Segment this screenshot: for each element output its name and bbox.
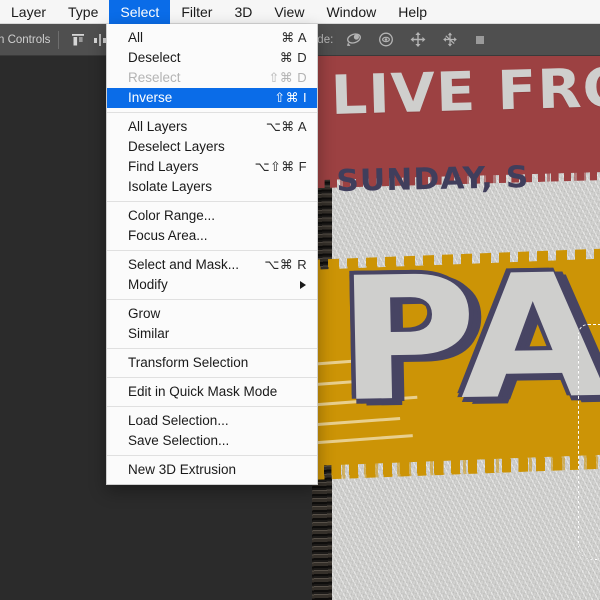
menu-separator	[107, 299, 317, 300]
menu-item-shortcut: ⇧⌘ I	[274, 90, 307, 105]
roll-3d-icon[interactable]	[375, 29, 397, 51]
menu-item-label: Select and Mask...	[128, 257, 240, 272]
align-top-icon[interactable]	[67, 29, 89, 51]
menubar-item-type[interactable]: Type	[57, 0, 109, 24]
menubar-item-label: Select	[120, 4, 160, 20]
menu-item-label: Similar	[128, 326, 170, 341]
menu-item-label: Save Selection...	[128, 433, 230, 448]
menubar-item-label: Window	[326, 4, 377, 20]
menu-item-save-selection[interactable]: Save Selection...	[107, 431, 317, 451]
menu-item-shortcut: ⌥⌘ A	[265, 119, 307, 134]
menu-item-label: New 3D Extrusion	[128, 462, 237, 477]
poster-artwork[interactable]: LIVE FRO SUNDAY, S PAR	[312, 56, 600, 600]
menu-item-label: Isolate Layers	[128, 179, 213, 194]
pan-3d-icon[interactable]	[407, 29, 429, 51]
menu-item-label: Find Layers	[128, 159, 199, 174]
poster-bigword: PAR	[335, 235, 600, 440]
menu-separator	[107, 348, 317, 349]
menu-item-label: Edit in Quick Mask Mode	[128, 384, 278, 399]
toolbar-divider	[58, 30, 60, 49]
menu-item-label: All	[128, 30, 144, 45]
menu-item-label: Reselect	[128, 70, 181, 85]
menubar-item-label: Help	[398, 4, 428, 20]
menu-item-label: Focus Area...	[128, 228, 208, 243]
menu-separator	[107, 201, 317, 202]
menubar-item-label: Filter	[181, 4, 213, 20]
menu-item-shortcut: ⌘ D	[279, 50, 307, 65]
menu-item-shortcut: ⌥⌘ R	[264, 257, 307, 272]
menubar-item-label: 3D	[234, 4, 253, 20]
poster-subhead: SUNDAY, S	[336, 159, 530, 199]
menubar-item-label: View	[274, 4, 305, 20]
menu-separator	[107, 250, 317, 251]
menubar-item-filter[interactable]: Filter	[170, 0, 223, 24]
menu-item-modify[interactable]: Modify	[107, 275, 317, 295]
menu-item-find-layers[interactable]: Find Layers ⌥⇧⌘ F	[107, 157, 317, 177]
menubar-item-layer[interactable]: Layer	[0, 0, 57, 24]
menu-item-shortcut: ⌘ A	[281, 30, 307, 45]
menubar-item-label: Type	[68, 4, 99, 20]
menu-item-similar[interactable]: Similar	[107, 324, 317, 344]
slide-3d-icon[interactable]	[439, 29, 461, 51]
menu-item-shortcut: ⇧⌘ D	[268, 70, 307, 85]
menubar-item-help[interactable]: Help	[387, 0, 438, 24]
menu-item-load-selection[interactable]: Load Selection...	[107, 411, 317, 431]
menu-item-edit-quick-mask[interactable]: Edit in Quick Mask Mode	[107, 382, 317, 402]
menu-item-deselect[interactable]: Deselect ⌘ D	[107, 48, 317, 68]
menu-item-label: Transform Selection	[128, 355, 249, 370]
menubar-item-window[interactable]: Window	[315, 0, 387, 24]
menu-item-label: Deselect Layers	[128, 139, 225, 154]
menu-separator	[107, 377, 317, 378]
menu-separator	[107, 112, 317, 113]
menu-item-focus-area[interactable]: Focus Area...	[107, 226, 317, 246]
menu-item-label: Color Range...	[128, 208, 216, 223]
menubar-item-select[interactable]: Select	[109, 0, 171, 24]
menubar-item-label: Layer	[11, 4, 47, 20]
menu-item-transform-selection[interactable]: Transform Selection	[107, 353, 317, 373]
menubar-item-view[interactable]: View	[263, 0, 315, 24]
menu-item-label: Modify	[128, 277, 168, 292]
menu-item-new-3d-extrusion[interactable]: New 3D Extrusion	[107, 460, 317, 480]
menu-item-label: All Layers	[128, 119, 188, 134]
options-bar-truncated-label: n Controls	[0, 33, 51, 46]
menu-item-deselect-layers[interactable]: Deselect Layers	[107, 137, 317, 157]
menu-item-select-and-mask[interactable]: Select and Mask... ⌥⌘ R	[107, 255, 317, 275]
menu-separator	[107, 406, 317, 407]
menu-item-grow[interactable]: Grow	[107, 304, 317, 324]
scale-3d-icon[interactable]	[469, 29, 491, 51]
menu-bar: Layer Type Select Filter 3D View Window Help	[0, 0, 600, 24]
menu-item-inverse[interactable]: Inverse ⇧⌘ I	[107, 88, 317, 108]
menu-item-label: Grow	[128, 306, 161, 321]
menu-item-select-all[interactable]: All ⌘ A	[107, 28, 317, 48]
menu-separator	[107, 455, 317, 456]
menu-item-shortcut: ⌥⇧⌘ F	[254, 159, 307, 174]
menubar-item-3d[interactable]: 3D	[223, 0, 263, 24]
submenu-arrow-icon	[300, 281, 306, 289]
menu-item-color-range[interactable]: Color Range...	[107, 206, 317, 226]
orbit-3d-icon[interactable]	[343, 29, 365, 51]
select-dropdown-menu[interactable]: All ⌘ A Deselect ⌘ D Reselect ⇧⌘ D Inverse ⇧⌘ I…	[106, 24, 318, 485]
menu-item-all-layers[interactable]: All Layers ⌥⌘ A	[107, 117, 317, 137]
menu-item-label: Deselect	[128, 50, 181, 65]
menu-item-label: Inverse	[128, 90, 173, 105]
menu-item-isolate-layers[interactable]: Isolate Layers	[107, 177, 317, 197]
menu-item-reselect: Reselect ⇧⌘ D	[107, 68, 317, 88]
menu-item-label: Load Selection...	[128, 413, 229, 428]
poster-headline: LIVE FRO	[330, 56, 600, 127]
